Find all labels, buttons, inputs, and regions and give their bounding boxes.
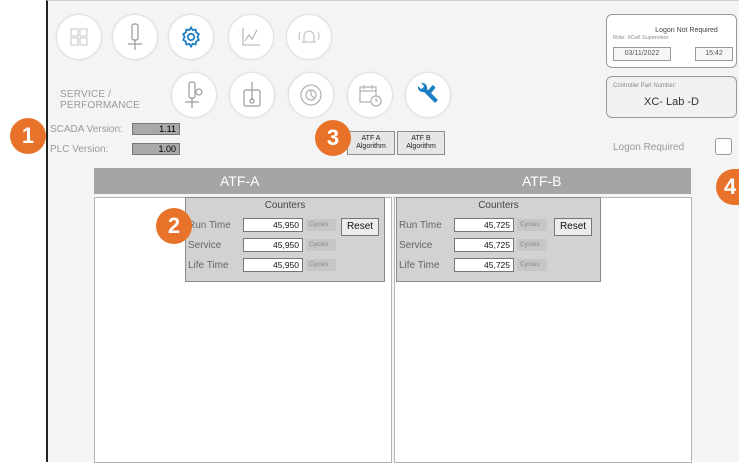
atf-b-life-time-label: Life Time bbox=[399, 259, 440, 271]
atf-a-service-unit: Cycles bbox=[306, 239, 336, 251]
probe-plus-button[interactable] bbox=[171, 72, 217, 118]
plc-version-value: 1.00 bbox=[132, 143, 180, 155]
atf-b-algorithm-button[interactable]: ATF B Algorithm bbox=[397, 131, 445, 155]
atf-a-life-time-unit: Cycles bbox=[306, 259, 336, 271]
time-display: 15:42 bbox=[695, 47, 733, 61]
callout-badge-1: 1 bbox=[10, 118, 46, 154]
atf-a-life-time-row: Life Time 45,950 Cycles bbox=[188, 258, 336, 272]
atf-b-algorithm-line2: Algorithm bbox=[406, 143, 436, 150]
atf-b-life-time-value: 45,725 bbox=[454, 258, 514, 272]
probe-box-icon bbox=[243, 82, 261, 107]
probe-icon bbox=[128, 23, 142, 50]
calendar-clock-icon bbox=[359, 85, 382, 107]
atf-b-service-unit: Cycles bbox=[517, 239, 547, 251]
date-display: 03/11/2022 bbox=[613, 47, 671, 61]
atf-a-run-time-unit: Cycles bbox=[306, 219, 336, 231]
section-title: SERVICE / PERFORMANCE bbox=[60, 89, 140, 111]
atf-b-counters-title: Counters bbox=[478, 200, 519, 211]
chart-icon bbox=[242, 28, 260, 46]
wrench-screwdriver-icon bbox=[417, 82, 438, 103]
alarms-button[interactable] bbox=[286, 14, 332, 60]
atf-a-algorithm-button[interactable]: ATF A Algorithm bbox=[347, 131, 395, 155]
atf-a-reset-button[interactable]: Reset bbox=[341, 218, 379, 236]
section-title-line1: SERVICE / bbox=[60, 89, 112, 100]
callout-badge-3: 3 bbox=[315, 120, 351, 156]
atf-b-run-time-row: Run Time 45,725 Cycles bbox=[399, 218, 547, 232]
logon-status-panel[interactable]: Logon Not Required Role: XCell Superviso… bbox=[606, 14, 737, 68]
atf-b-title: ATF-B bbox=[522, 173, 562, 189]
atf-b-service-row: Service 45,725 Cycles bbox=[399, 238, 547, 252]
atf-b-reset-button[interactable]: Reset bbox=[554, 218, 592, 236]
controller-part-value: XC- Lab -D bbox=[643, 96, 700, 108]
logon-required-label: Logon Required bbox=[613, 142, 685, 153]
schedule-button[interactable] bbox=[347, 72, 393, 118]
atf-a-algorithm-line2: Algorithm bbox=[356, 143, 386, 150]
atf-a-algorithm-line1: ATF A bbox=[361, 135, 381, 142]
plc-version-label: PLC Version: bbox=[50, 143, 109, 155]
service-tools-button[interactable] bbox=[405, 72, 451, 118]
logon-required-checkbox[interactable] bbox=[715, 138, 732, 155]
section-title-line2: PERFORMANCE bbox=[60, 100, 140, 111]
atf-b-run-time-label: Run Time bbox=[399, 219, 442, 231]
atf-b-run-time-value: 45,725 bbox=[454, 218, 514, 232]
atf-b-counters: Counters Run Time 45,725 Cycles Service … bbox=[396, 197, 601, 282]
controller-part-panel: Controller Part Number: XC- Lab -D bbox=[606, 76, 737, 118]
atf-a-run-time-value: 45,950 bbox=[243, 218, 303, 232]
atf-b-service-label: Service bbox=[399, 239, 433, 251]
atf-a-life-time-label: Life Time bbox=[188, 259, 229, 271]
atf-a-title: ATF-A bbox=[220, 173, 260, 189]
atf-a-run-time-row: Run Time 45,950 Cycles bbox=[188, 218, 336, 232]
atf-a-counters-title: Counters bbox=[264, 200, 306, 211]
atf-b-algorithm-line1: ATF B bbox=[411, 135, 431, 142]
gear-icon bbox=[182, 25, 200, 49]
atf-header-bar: ATF-A ATF-B bbox=[94, 168, 691, 194]
callout-badge-2: 2 bbox=[156, 208, 192, 244]
logon-status-text: Logon Not Required bbox=[655, 27, 718, 34]
probe-box-button[interactable] bbox=[229, 72, 275, 118]
logon-role-text: Role: XCell Supervisor bbox=[613, 35, 669, 41]
plc-version-row: PLC Version: 1.00 bbox=[50, 143, 180, 155]
controller-part-label: Controller Part Number: bbox=[613, 83, 677, 89]
scada-version-label: SCADA Version: bbox=[50, 123, 123, 135]
atf-b-life-time-unit: Cycles bbox=[517, 259, 547, 271]
probe-button[interactable] bbox=[112, 14, 158, 60]
settings-button[interactable] bbox=[168, 14, 214, 60]
home-grid-button[interactable] bbox=[56, 14, 102, 60]
gauge-button[interactable] bbox=[288, 72, 334, 118]
grid-icon bbox=[70, 28, 88, 46]
atf-a-service-row: Service 45,950 Cycles bbox=[188, 238, 336, 252]
alarm-bell-icon bbox=[298, 30, 320, 43]
atf-a-life-time-value: 45,950 bbox=[243, 258, 303, 272]
atf-a-service-value: 45,950 bbox=[243, 238, 303, 252]
atf-b-life-time-row: Life Time 45,725 Cycles bbox=[399, 258, 547, 272]
atf-a-run-time-label: Run Time bbox=[188, 219, 231, 231]
atf-b-run-time-unit: Cycles bbox=[517, 219, 547, 231]
atf-b-service-value: 45,725 bbox=[454, 238, 514, 252]
atf-a-counters: Counters Run Time 45,950 Cycles Service … bbox=[185, 197, 385, 282]
scada-version-row: SCADA Version: 1.11 bbox=[50, 123, 180, 135]
probe-plus-icon bbox=[185, 81, 203, 108]
scada-version-value: 1.11 bbox=[132, 123, 180, 135]
trends-button[interactable] bbox=[228, 14, 274, 60]
atf-a-service-label: Service bbox=[188, 239, 222, 251]
gauge-icon bbox=[300, 84, 322, 106]
